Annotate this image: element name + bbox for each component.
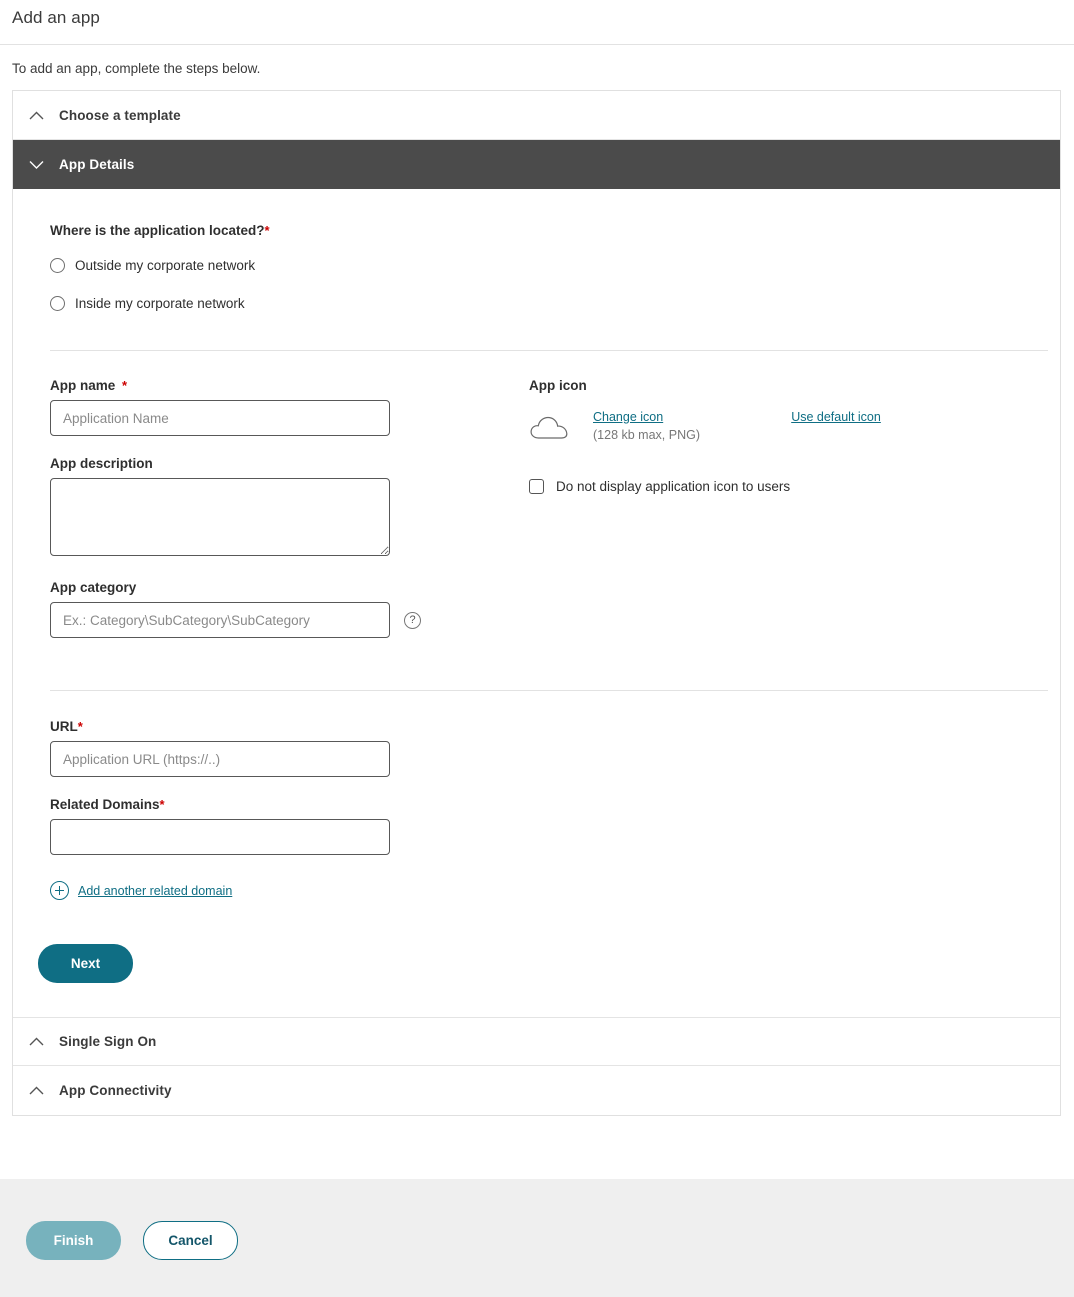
url-section: URL* Related Domains* Add another relate… — [13, 691, 1060, 900]
add-related-domain-row[interactable]: Add another related domain — [50, 881, 1060, 900]
help-circle-icon[interactable]: ? — [404, 612, 421, 629]
app-icon-label: App icon — [529, 378, 1060, 393]
radio-outside-network[interactable]: Outside my corporate network — [50, 254, 1060, 276]
accordion-label-choose-template: Choose a template — [59, 108, 181, 123]
app-name-label: App name * — [50, 378, 526, 393]
app-icon-hint: (128 kb max, PNG) — [593, 428, 881, 442]
left-column: App name * App description App category … — [13, 378, 526, 638]
accordion-header-app-details[interactable]: App Details — [13, 140, 1060, 189]
add-app-page: Add an app To add an app, complete the s… — [0, 0, 1074, 1297]
related-domains-label: Related Domains* — [50, 797, 1060, 812]
accordion-header-app-connectivity[interactable]: App Connectivity — [13, 1066, 1060, 1115]
add-related-domain-link[interactable]: Add another related domain — [78, 884, 232, 898]
accordion-label-single-sign-on: Single Sign On — [59, 1034, 156, 1049]
app-icon-row: Change icon Use default icon (128 kb max… — [529, 408, 1060, 447]
related-domains-label-text: Related Domains — [50, 797, 160, 812]
related-domains-input[interactable] — [50, 819, 390, 855]
required-marker: * — [122, 378, 127, 393]
accordion-label-app-connectivity: App Connectivity — [59, 1083, 172, 1098]
app-name-label-text: App name — [50, 378, 115, 393]
next-button-wrap: Next — [13, 900, 1060, 1017]
required-marker: * — [265, 223, 270, 238]
app-description-label: App description — [50, 456, 526, 471]
link-spacer — [663, 410, 791, 424]
url-label: URL* — [50, 719, 1060, 734]
accordion-header-choose-template[interactable]: Choose a template — [13, 91, 1060, 140]
radio-label-inside: Inside my corporate network — [75, 296, 245, 311]
change-icon-link[interactable]: Change icon — [593, 410, 663, 424]
footer-bar: Finish Cancel — [0, 1179, 1074, 1297]
required-marker: * — [160, 797, 165, 812]
location-question: Where is the application located?* — [50, 223, 1060, 238]
chevron-up-icon — [13, 111, 59, 120]
use-default-icon-link[interactable]: Use default icon — [791, 410, 881, 424]
title-divider — [0, 44, 1074, 45]
app-description-textarea[interactable] — [50, 478, 390, 556]
hide-app-icon-label: Do not display application icon to users — [556, 479, 790, 494]
icon-link-row: Change icon Use default icon — [593, 410, 881, 424]
plus-circle-icon — [50, 881, 69, 900]
cloud-icon — [529, 408, 593, 447]
next-button[interactable]: Next — [38, 944, 133, 983]
location-question-text: Where is the application located? — [50, 223, 265, 238]
radio-label-outside: Outside my corporate network — [75, 258, 255, 273]
cancel-button[interactable]: Cancel — [143, 1221, 238, 1260]
checkbox-icon — [529, 479, 544, 494]
radio-inside-network[interactable]: Inside my corporate network — [50, 292, 1060, 314]
location-section: Where is the application located?* Outsi… — [13, 189, 1060, 314]
url-input[interactable] — [50, 741, 390, 777]
url-label-text: URL — [50, 719, 78, 734]
page-title: Add an app — [12, 8, 100, 28]
finish-button[interactable]: Finish — [26, 1221, 121, 1260]
app-category-label: App category — [50, 580, 526, 595]
app-category-row: ? — [50, 602, 526, 638]
wizard-card: Choose a template App Details Where is t… — [12, 90, 1061, 1116]
app-icon-links: Change icon Use default icon (128 kb max… — [593, 408, 881, 442]
chevron-up-icon — [13, 1037, 59, 1046]
accordion-header-single-sign-on[interactable]: Single Sign On — [13, 1017, 1060, 1066]
app-category-input[interactable] — [50, 602, 390, 638]
footer-buttons: Finish Cancel — [0, 1179, 1074, 1260]
app-name-input[interactable] — [50, 400, 390, 436]
app-details-panel: Where is the application located?* Outsi… — [13, 189, 1060, 1017]
chevron-up-icon — [13, 1086, 59, 1095]
hide-app-icon-checkbox-row[interactable]: Do not display application icon to users — [529, 479, 1060, 494]
required-marker: * — [78, 719, 83, 734]
right-column: App icon Change icon Use default icon — [526, 378, 1060, 638]
details-columns: App name * App description App category … — [13, 351, 1060, 638]
chevron-down-icon — [13, 160, 59, 169]
radio-icon — [50, 258, 65, 273]
radio-icon — [50, 296, 65, 311]
page-subtitle: To add an app, complete the steps below. — [12, 61, 260, 76]
accordion-label-app-details: App Details — [59, 157, 134, 172]
